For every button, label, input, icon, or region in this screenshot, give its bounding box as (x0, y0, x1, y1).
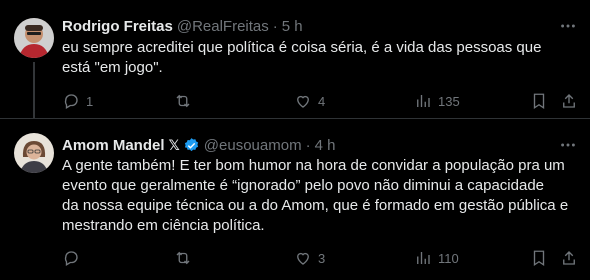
more-horizontal-icon (561, 24, 575, 28)
share-button[interactable] (560, 248, 578, 268)
tweet-text-line: da nossa equipe técnica ou a do Amom, qu… (62, 197, 569, 214)
x-logo-badge: 𝕏 (168, 136, 180, 153)
like-count: 4 (318, 93, 326, 109)
view-count: 110 (438, 250, 459, 266)
views-button[interactable]: 110 (414, 248, 459, 268)
share-icon (563, 251, 575, 265)
reply-count: 1 (86, 93, 94, 109)
reply-button[interactable]: 1 (62, 91, 93, 111)
author-handle[interactable]: @RealFreitas (177, 18, 269, 35)
tweet-text-line: eu sempre acreditei que política é coisa… (62, 39, 542, 56)
author-name[interactable]: Rodrigo Freitas (62, 18, 173, 35)
tweet-text: eu sempre acreditei que política é coisa… (62, 38, 582, 78)
tweet-text-line: mestrando em ciência política. (62, 217, 265, 234)
like-button[interactable]: 3 (294, 248, 325, 268)
separator-dot: · (305, 136, 311, 154)
tweet-text: A gente também! E ter bom humor na hora … (62, 156, 582, 236)
like-count: 3 (318, 250, 326, 266)
more-options-button[interactable] (558, 135, 578, 155)
heart-icon (297, 252, 309, 265)
bookmark-button[interactable] (530, 91, 548, 111)
author-name[interactable]: Amom Mandel (62, 137, 165, 154)
tweet-header: Amom Mandel 𝕏 @eusouamom · 4 h (62, 135, 335, 155)
verified-badge-icon (184, 137, 198, 151)
like-button[interactable]: 4 (294, 91, 325, 111)
tweet-text-line: A gente também! E ter bom humor na hora … (62, 157, 565, 174)
tweet-header: Rodrigo Freitas @RealFreitas · 5 h (62, 16, 303, 36)
avatar-amom[interactable] (14, 133, 54, 173)
thread-connector-line (33, 62, 35, 118)
retweet-button[interactable] (174, 91, 198, 111)
views-chart-icon (417, 95, 430, 107)
retweet-button[interactable] (174, 248, 198, 268)
share-button[interactable] (560, 91, 578, 111)
timestamp[interactable]: 4 h (315, 137, 336, 154)
timestamp[interactable]: 5 h (282, 18, 303, 35)
retweet-icon (176, 94, 190, 108)
reply-icon (64, 94, 78, 109)
tweet-rodrigo[interactable]: Rodrigo Freitas @RealFreitas · 5 h eu se… (0, 0, 590, 118)
tweet-actions: 1 4 135 (62, 91, 582, 111)
avatar-rodrigo[interactable] (14, 18, 54, 58)
bookmark-button[interactable] (530, 248, 548, 268)
heart-icon (297, 95, 309, 108)
author-handle[interactable]: @eusouamom (204, 137, 302, 154)
bookmark-icon (533, 93, 545, 110)
more-options-button[interactable] (558, 16, 578, 36)
avatar-image (14, 133, 54, 173)
views-button[interactable]: 135 (414, 91, 460, 111)
separator-dot: · (272, 17, 278, 35)
avatar-image (14, 18, 54, 58)
share-icon (563, 94, 575, 108)
tweet-amom[interactable]: Amom Mandel 𝕏 @eusouamom · 4 h A gente t… (0, 119, 590, 280)
tweet-text-line: está "em jogo". (62, 59, 163, 76)
tweet-actions: 3 110 (62, 248, 582, 268)
tweet-text-line: evento que geralmente é “ignorado” pelo … (62, 177, 544, 194)
retweet-icon (176, 251, 190, 265)
reply-icon (64, 251, 78, 266)
more-horizontal-icon (561, 143, 575, 147)
views-chart-icon (417, 252, 430, 264)
reply-button[interactable] (62, 248, 86, 268)
bookmark-icon (533, 250, 545, 267)
view-count: 135 (438, 93, 460, 109)
